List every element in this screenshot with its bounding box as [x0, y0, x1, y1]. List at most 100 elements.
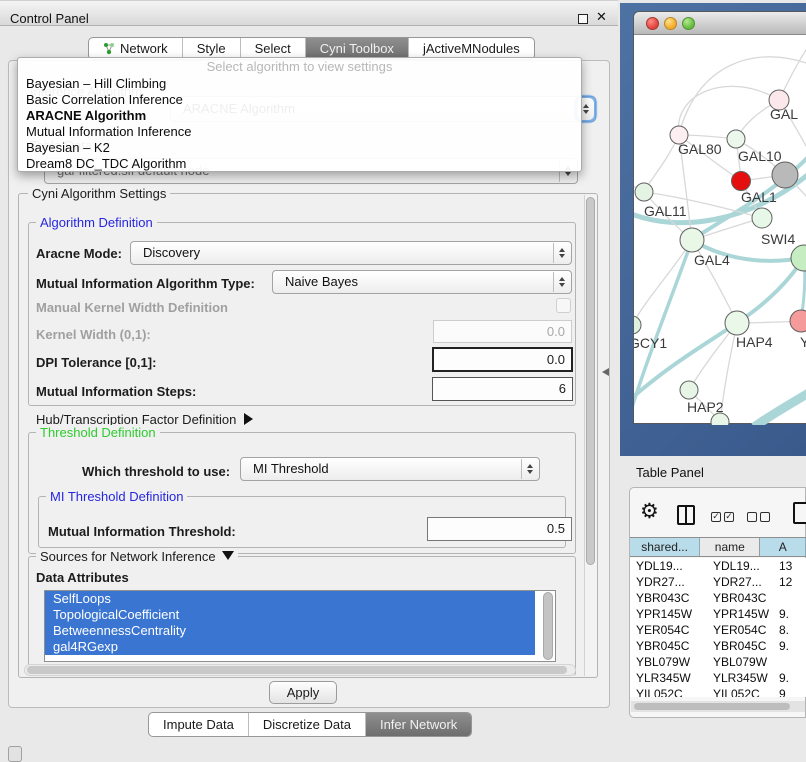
algorithm-definition-title: Algorithm Definition [36, 215, 157, 230]
dpi-tolerance-label: DPI Tolerance [0,1]: [36, 355, 156, 370]
network-node-label: GAL1 [741, 189, 777, 205]
network-node-salmon-right[interactable] [790, 310, 806, 332]
data-attributes-label: Data Attributes [36, 570, 129, 585]
table-row[interactable]: YDL19...YDL19...13 [630, 558, 806, 574]
network-view-window[interactable]: GALGAL80GAL10GAL1GAL11SWI4GAL4GCY1HAP4YH… [633, 11, 806, 424]
tab-network[interactable]: Network [89, 38, 182, 59]
menu-item-dream8[interactable]: Dream8 DC_TDC Algorithm [18, 156, 581, 172]
close-traffic-light-icon[interactable] [646, 17, 659, 30]
mi-steps-label: Mutual Information Steps: [36, 384, 196, 399]
menu-item-bayesian-hill-climbing[interactable]: Bayesian – Hill Climbing [18, 76, 581, 92]
list-item-betweennesscentrality[interactable]: BetweennessCentrality [45, 623, 535, 639]
network-node-label: HAP4 [736, 334, 773, 350]
gear-icon[interactable]: ⚙ [640, 501, 659, 522]
aracne-mode-label: Aracne Mode: [36, 246, 122, 261]
aracne-mode-combo[interactable]: Discovery [130, 241, 572, 265]
tab-select[interactable]: Select [240, 38, 305, 59]
deselect-all-checkboxes-icon[interactable] [747, 512, 770, 522]
data-attributes-list[interactable]: SelfLoops TopologicalCoefficient Between… [44, 590, 556, 662]
network-window-titlebar[interactable] [634, 12, 806, 35]
table-row[interactable]: YDR27...YDR27...12 [630, 574, 806, 590]
network-node-gcy1[interactable] [634, 316, 641, 334]
menu-item-basic-correlation[interactable]: Basic Correlation Inference [18, 92, 581, 108]
manual-kernel-width-checkbox[interactable] [556, 298, 571, 313]
network-node-gal11[interactable] [635, 183, 653, 201]
sources-group-title[interactable]: Sources for Network Inference [36, 549, 238, 564]
list-item-gal4rgexp[interactable]: gal4RGexp [45, 639, 535, 655]
table-cell: YBR045C [630, 638, 707, 654]
algorithm-dropdown-popup: Select algorithm to view settings Bayesi… [17, 57, 582, 172]
attributes-hscrollbar-thumb[interactable] [27, 666, 567, 674]
network-node-green-right[interactable] [791, 245, 806, 271]
table-row[interactable]: YIL052CYIL052C9 [630, 686, 806, 697]
minimized-panel-icon[interactable] [8, 746, 22, 762]
threshold-definition-title: Threshold Definition [36, 425, 160, 440]
network-node-gal10[interactable] [727, 130, 745, 148]
network-node-label: GAL4 [694, 252, 730, 268]
table-cell: 13 [773, 558, 806, 574]
tab-jactivemnodules[interactable]: jActiveMNodules [408, 38, 534, 59]
tab-impute-data[interactable]: Impute Data [149, 713, 248, 736]
expand-arrow-icon [244, 413, 253, 425]
column-header-name[interactable]: name [700, 538, 760, 556]
network-node-label: HAP2 [687, 399, 724, 415]
network-canvas[interactable]: GALGAL80GAL10GAL1GAL11SWI4GAL4GCY1HAP4YH… [634, 35, 806, 425]
splitter-collapse-icon[interactable] [602, 368, 609, 376]
list-item-selfloops[interactable]: SelfLoops [45, 591, 535, 607]
select-all-checkboxes-icon[interactable]: ✓✓ [711, 512, 734, 522]
table-cell: 9. [773, 606, 806, 622]
tab-style[interactable]: Style [182, 38, 240, 59]
which-threshold-combo[interactable]: MI Threshold [240, 457, 540, 481]
table-hscrollbar-thumb[interactable] [634, 703, 790, 710]
table-header: shared... name A [630, 537, 806, 557]
network-node-hap4[interactable] [725, 311, 749, 335]
kernel-width-field[interactable]: 0.0 [433, 320, 572, 343]
zoom-traffic-light-icon[interactable] [682, 17, 695, 30]
network-node-gray-hub[interactable] [772, 162, 798, 188]
table-panel-title: Table Panel [636, 465, 704, 480]
table-row[interactable]: YBR043CYBR043C [630, 590, 806, 606]
menu-item-aracne[interactable]: ARACNE Algorithm [18, 108, 581, 124]
menu-item-mutual-information[interactable]: Mutual Information Inference [18, 124, 581, 140]
table-row[interactable]: YBR045CYBR045C9. [630, 638, 806, 654]
tab-cyni-toolbox[interactable]: Cyni Toolbox [305, 38, 408, 59]
app-root: { "window": { "title": "Control Panel" }… [0, 0, 806, 762]
float-window-icon[interactable] [578, 14, 588, 24]
control-panel-title: Control Panel [10, 11, 89, 26]
table-row[interactable]: YBL079WYBL079W [630, 654, 806, 670]
column-layout-icon[interactable] [677, 505, 695, 525]
close-icon[interactable]: ✕ [596, 10, 607, 25]
mi-threshold-field[interactable]: 0.5 [427, 517, 572, 541]
tab-infer-network[interactable]: Infer Network [365, 713, 471, 736]
apply-button[interactable]: Apply [269, 681, 337, 704]
kernel-width-label: Kernel Width (0,1): [36, 327, 151, 342]
minimize-traffic-light-icon[interactable] [664, 17, 677, 30]
table-row[interactable]: YPR145WYPR145W9. [630, 606, 806, 622]
table-row[interactable]: YLR345WYLR345W9. [630, 670, 806, 686]
network-node-gal4[interactable] [680, 228, 704, 252]
dpi-tolerance-field[interactable]: 0.0 [432, 347, 573, 372]
column-header-partial[interactable]: A [760, 538, 806, 556]
table-row[interactable]: YER054CYER054C8. [630, 622, 806, 638]
mi-algorithm-type-label: Mutual Information Algorithm Type: [36, 276, 255, 291]
table-cell: YPR145W [630, 606, 707, 622]
table-cell: 9. [773, 670, 806, 686]
settings-scrollbar-thumb[interactable] [586, 197, 595, 565]
mi-steps-field[interactable]: 6 [432, 377, 573, 401]
list-item-topologicalcoefficient[interactable]: TopologicalCoefficient [45, 607, 535, 623]
menu-item-bayesian-k2[interactable]: Bayesian – K2 [18, 140, 581, 156]
which-threshold-label: Which threshold to use: [82, 464, 230, 479]
network-node-label: SWI4 [761, 231, 795, 247]
network-node-gal1-red[interactable] [732, 172, 751, 191]
import-table-icon[interactable] [793, 502, 806, 524]
tab-discretize-data[interactable]: Discretize Data [248, 713, 365, 736]
attributes-scrollbar-thumb[interactable] [543, 592, 553, 660]
network-node-gal1[interactable] [752, 208, 772, 228]
column-header-shared-name[interactable]: shared... [630, 538, 700, 556]
manual-kernel-width-label: Manual Kernel Width Definition [36, 300, 228, 315]
table-cell: YDR27... [707, 574, 773, 590]
combo-spinner-icon [553, 272, 570, 292]
control-panel-titlebar [0, 0, 618, 26]
network-node-hap2[interactable] [680, 381, 698, 399]
mi-algorithm-type-combo[interactable]: Naive Bayes [272, 270, 572, 294]
